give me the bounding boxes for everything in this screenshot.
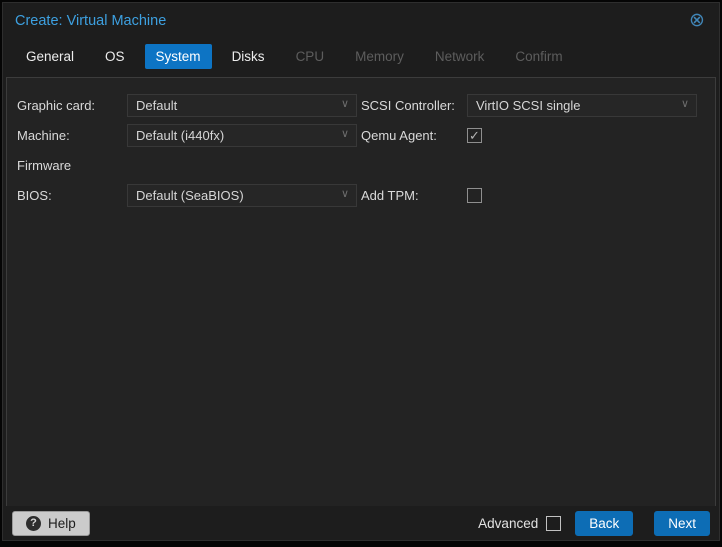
chevron-down-icon: ∨ — [340, 187, 349, 200]
close-icon[interactable]: ⊗ — [687, 11, 707, 31]
tab-general[interactable]: General — [15, 44, 85, 69]
dialog-title: Create: Virtual Machine — [15, 13, 167, 29]
bios-row: BIOS: Default (SeaBIOS) ∨ — [17, 180, 361, 210]
help-button[interactable]: ? Help — [12, 510, 90, 536]
firmware-heading-row: Firmware — [17, 150, 361, 180]
tab-system[interactable]: System — [144, 43, 212, 69]
scsi-controller-row: SCSI Controller: VirtIO SCSI single ∨ — [361, 90, 705, 120]
form-column-left: Graphic card: Default ∨ Machine: Default… — [17, 90, 361, 210]
bios-value: Default (SeaBIOS) — [136, 187, 244, 203]
graphic-card-value: Default — [136, 97, 178, 113]
footer-actions: Advanced ✓ Back Next — [478, 510, 710, 536]
qemu-agent-row: Qemu Agent: ✓ — [361, 120, 705, 150]
help-button-label: Help — [48, 515, 76, 531]
tab-confirm: Confirm — [515, 48, 563, 64]
scsi-controller-value: VirtIO SCSI single — [476, 97, 581, 113]
add-tpm-label: Add TPM: — [361, 187, 419, 203]
dialog-footer: ? Help Advanced ✓ Back Next — [3, 506, 719, 540]
tab-network: Network — [434, 48, 485, 64]
dialog-titlebar: Create: Virtual Machine ⊗ — [3, 3, 719, 39]
advanced-checkbox[interactable]: ✓ — [546, 515, 562, 531]
back-button[interactable]: Back — [575, 510, 634, 536]
machine-label: Machine: — [17, 127, 70, 143]
form-column-right: SCSI Controller: VirtIO SCSI single ∨ Qe… — [361, 90, 705, 210]
tab-cpu: CPU — [295, 48, 325, 64]
tab-memory: Memory — [355, 48, 404, 64]
wizard-tabbar: General OS System Disks CPU Memory Netwo… — [3, 39, 719, 73]
scsi-controller-label: SCSI Controller: — [361, 97, 455, 113]
check-icon: ✓ — [469, 127, 480, 143]
chevron-down-icon: ∨ — [680, 97, 689, 110]
graphic-card-row: Graphic card: Default ∨ — [17, 90, 361, 120]
bios-label: BIOS: — [17, 187, 52, 203]
qemu-agent-label: Qemu Agent: — [361, 127, 437, 143]
qemu-agent-checkbox[interactable]: ✓ — [467, 127, 482, 143]
create-vm-dialog: Create: Virtual Machine ⊗ General OS Sys… — [2, 2, 720, 541]
graphic-card-label: Graphic card: — [17, 97, 96, 113]
add-tpm-row: Add TPM: ✓ — [361, 180, 705, 210]
add-tpm-checkbox[interactable]: ✓ — [467, 187, 482, 203]
machine-row: Machine: Default (i440fx) ∨ — [17, 120, 361, 150]
tab-disks[interactable]: Disks — [221, 44, 276, 69]
bios-select[interactable]: Default (SeaBIOS) ∨ — [127, 183, 357, 207]
advanced-label: Advanced — [478, 515, 539, 531]
next-button[interactable]: Next — [654, 510, 710, 536]
machine-select[interactable]: Default (i440fx) ∨ — [127, 123, 357, 147]
help-icon: ? — [26, 515, 41, 531]
chevron-down-icon: ∨ — [340, 97, 349, 110]
machine-value: Default (i440fx) — [136, 127, 225, 143]
chevron-down-icon: ∨ — [340, 127, 349, 140]
graphic-card-select[interactable]: Default ∨ — [127, 93, 357, 117]
tab-os[interactable]: OS — [94, 44, 136, 69]
firmware-heading: Firmware — [17, 157, 72, 173]
system-tab-panel: Graphic card: Default ∨ Machine: Default… — [6, 77, 716, 508]
scsi-controller-select[interactable]: VirtIO SCSI single ∨ — [467, 93, 697, 117]
